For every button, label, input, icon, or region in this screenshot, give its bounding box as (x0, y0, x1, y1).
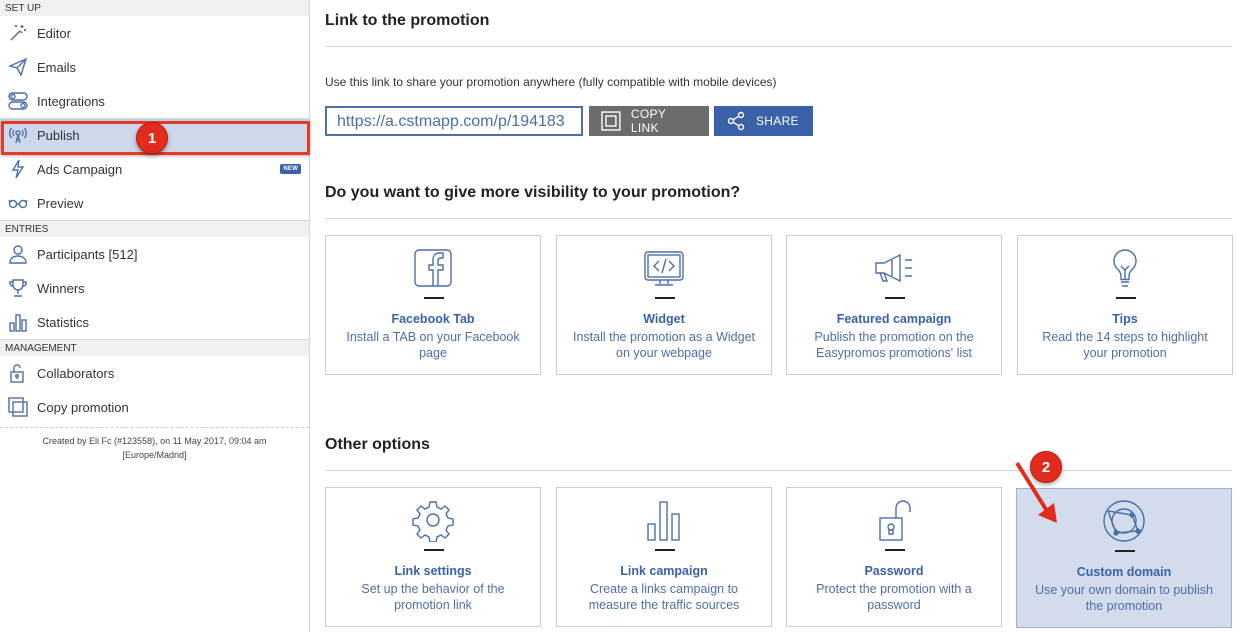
sidebar-item-participants[interactable]: Participants [512] (0, 237, 309, 271)
card-title: Link campaign (620, 564, 708, 578)
step-marker-1: 1 (136, 122, 168, 154)
share-icon (727, 111, 745, 131)
sidebar-item-emails[interactable]: Emails (0, 50, 309, 84)
card-description: Protect the promotion with a password (816, 582, 972, 612)
new-badge: NEW (280, 164, 301, 174)
sidebar-item-label: Statistics (37, 314, 90, 330)
trophy-icon (7, 277, 29, 299)
sidebar-item-label: Copy promotion (37, 399, 129, 415)
bar-chart-icon (647, 501, 680, 541)
lightbulb-icon (1113, 249, 1137, 287)
step-marker-2: 2 (1030, 451, 1062, 483)
card-dash (885, 549, 905, 551)
copy-icon (601, 111, 621, 131)
sidebar-item-winners[interactable]: Winners (0, 271, 309, 305)
sidebar-item-integrations[interactable]: Integrations (0, 84, 309, 118)
card-description: Set up the behavior of the promotion lin… (361, 582, 505, 612)
copy-link-button[interactable]: COPY LINK (589, 106, 709, 136)
facebook-tab-card[interactable]: Facebook Tab Install a TAB on your Faceb… (325, 235, 541, 375)
share-label: SHARE (756, 114, 799, 128)
card-description: Create a links campaign to measure the t… (588, 582, 740, 612)
megaphone-icon (875, 253, 912, 283)
divider (325, 218, 1232, 219)
sidebar: SET UP Editor Emails Integrations Publis… (0, 0, 310, 632)
tips-card[interactable]: Tips Read the 14 steps to highlight your… (1017, 235, 1233, 375)
card-description: Install the promotion as a Widget on you… (572, 330, 756, 360)
sidebar-item-copy-promotion[interactable]: Copy promotion (0, 390, 309, 424)
sidebar-item-editor[interactable]: Editor (0, 16, 309, 50)
paper-plane-icon (7, 56, 29, 78)
sidebar-item-ads-campaign[interactable]: Ads Campaign NEW (0, 152, 309, 186)
card-dash (424, 549, 444, 551)
divider (325, 470, 1232, 471)
card-dash (655, 549, 675, 551)
sidebar-item-label: Emails (37, 59, 77, 75)
user-icon (7, 243, 29, 265)
card-dash (655, 297, 675, 299)
card-description: Read the 14 steps to highlight your prom… (1042, 330, 1208, 360)
setup-header: SET UP (0, 0, 309, 16)
sidebar-item-label: Integrations (37, 93, 105, 109)
padlock-icon (879, 500, 911, 541)
sidebar-item-label: Editor (37, 25, 71, 41)
lock-icon (7, 362, 29, 384)
promotion-url-field[interactable]: https://a.cstmapp.com/p/194183 (325, 106, 583, 136)
sidebar-item-preview[interactable]: Preview (0, 186, 309, 220)
card-description: Use your own domain to publish the promo… (1035, 583, 1213, 613)
sidebar-item-statistics[interactable]: Statistics (0, 305, 309, 339)
widget-card[interactable]: Widget Install the promotion as a Widget… (556, 235, 772, 375)
creation-info-timezone: [Europe/Madrid] (122, 450, 187, 460)
password-card[interactable]: Password Protect the promotion with a pa… (786, 487, 1002, 627)
featured-campaign-card[interactable]: Featured campaign Publish the promotion … (786, 235, 1002, 375)
management-header: MANAGEMENT (0, 340, 309, 356)
creation-info-line: Created by Eli Fc (#123558), on 11 May 2… (42, 436, 267, 446)
card-dash (424, 297, 444, 299)
magic-wand-icon (7, 22, 29, 44)
card-title: Link settings (394, 564, 472, 578)
lightning-icon (7, 158, 29, 180)
copy-link-label: COPY LINK (630, 107, 666, 135)
sidebar-item-label: Preview (37, 195, 84, 211)
link-hint: Use this link to share your promotion an… (325, 75, 777, 89)
card-dash (1116, 297, 1136, 299)
link-row: https://a.cstmapp.com/p/194183 COPY LINK… (325, 106, 813, 136)
card-title: Featured campaign (836, 312, 952, 326)
toggles-icon (7, 90, 29, 112)
globe-icon (1103, 500, 1145, 542)
sidebar-item-label: Collaborators (37, 365, 115, 381)
sidebar-item-label: Ads Campaign (37, 161, 123, 177)
facebook-icon (414, 249, 452, 287)
card-description: Install a TAB on your Facebook page (346, 330, 520, 360)
card-title: Tips (1112, 312, 1138, 326)
card-dash (885, 297, 905, 299)
card-dash (1115, 550, 1135, 552)
card-title: Facebook Tab (391, 312, 475, 326)
bar-chart-icon (7, 311, 29, 333)
creation-info: Created by Eli Fc (#123558), on 11 May 2… (0, 427, 309, 468)
glasses-icon (7, 192, 29, 214)
sidebar-item-label: Winners (37, 280, 85, 296)
sidebar-item-collaborators[interactable]: Collaborators (0, 356, 309, 390)
entries-header: ENTRIES (0, 221, 309, 237)
card-title: Custom domain (1076, 565, 1172, 579)
link-settings-card[interactable]: Link settings Set up the behavior of the… (325, 487, 541, 627)
other-options-title: Other options (325, 436, 430, 453)
card-title: Widget (643, 312, 685, 326)
code-window-icon (644, 251, 684, 286)
link-campaign-card[interactable]: Link campaign Create a links campaign to… (556, 487, 772, 627)
visibility-section-title: Do you want to give more visibility to y… (325, 184, 741, 201)
share-button[interactable]: SHARE (714, 106, 813, 136)
copy-icon (7, 396, 29, 418)
link-section-title: Link to the promotion (325, 12, 490, 29)
sidebar-item-label: Participants [512] (37, 246, 138, 262)
gear-icon (412, 501, 454, 542)
divider (325, 46, 1232, 47)
card-title: Password (864, 564, 924, 578)
card-description: Publish the promotion on the Easypromos … (814, 330, 974, 360)
